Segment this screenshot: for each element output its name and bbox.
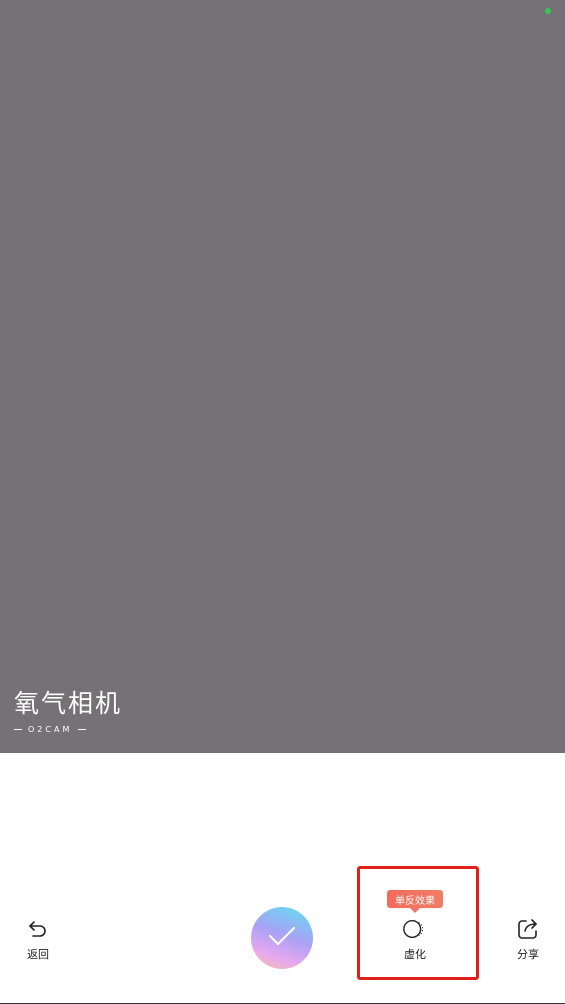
share-arrow-icon xyxy=(515,916,541,942)
checkmark-icon xyxy=(267,924,297,952)
watermark-dash-left xyxy=(14,729,22,730)
watermark-title: 氧气相机 xyxy=(14,689,123,718)
blur-button[interactable]: 虚化 xyxy=(399,916,431,962)
blur-circle-icon xyxy=(402,916,428,942)
bottom-toolbar: 返回 单反效果 虚化 分享 xyxy=(0,753,565,1004)
share-button[interactable]: 分享 xyxy=(512,916,544,962)
status-indicator-dot xyxy=(545,8,551,14)
watermark-subtitle-row: O2CAM xyxy=(14,725,122,734)
watermark-subtitle: O2CAM xyxy=(28,725,73,734)
blur-label: 虚化 xyxy=(404,948,426,961)
watermark-dash-right xyxy=(78,729,87,730)
confirm-button[interactable] xyxy=(251,907,313,969)
dslr-effect-tooltip: 单反效果 xyxy=(387,890,443,913)
back-button[interactable]: 返回 xyxy=(22,916,54,962)
back-label: 返回 xyxy=(27,948,49,961)
photo-preview[interactable]: 氧气相机 O2CAM xyxy=(0,0,565,753)
undo-arrow-icon xyxy=(25,916,51,942)
share-label: 分享 xyxy=(517,948,539,961)
screen: 氧气相机 O2CAM 返回 单反效果 虚化 分享 xyxy=(0,0,565,1004)
watermark: 氧气相机 O2CAM xyxy=(14,690,122,734)
